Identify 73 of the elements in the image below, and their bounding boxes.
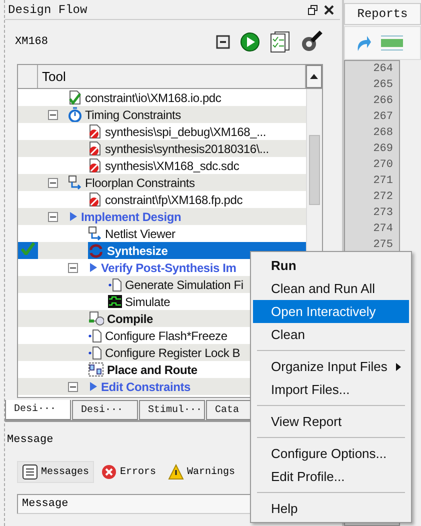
panel-tab[interactable]: Stimul···: [139, 400, 205, 420]
close-icon: [324, 4, 334, 14]
project-name: XM168: [15, 36, 50, 48]
scroll-up-button[interactable]: [306, 65, 322, 88]
tree-item[interactable]: Compile: [107, 312, 153, 326]
collapse-toggle[interactable]: [48, 212, 58, 222]
message-tab[interactable]: Errors: [96, 461, 162, 483]
line-number: 265: [372, 78, 394, 93]
settings-icon: [300, 30, 324, 54]
cycle-icon: [88, 243, 104, 258]
tree-item[interactable]: constraint\fp\XM168.fp.pdc: [105, 192, 243, 206]
line-number: 270: [372, 158, 394, 173]
message-tab[interactable]: Warnings: [163, 461, 240, 483]
tree-item[interactable]: Netlist Viewer: [105, 226, 176, 240]
collapse-toggle[interactable]: [48, 110, 58, 120]
menu-item[interactable]: Edit Profile...: [253, 465, 409, 488]
line-number: 267: [372, 110, 394, 125]
lines-icon: [381, 34, 403, 52]
tree-item[interactable]: constraint\io\XM168.io.pdc: [85, 90, 222, 104]
redo-arrow-icon: [355, 34, 371, 52]
minus-icon: [70, 264, 76, 270]
message-tab[interactable]: Messages: [17, 461, 94, 483]
up-arrow-icon: [310, 74, 318, 79]
error-icon: [101, 464, 118, 480]
line-number: 268: [372, 126, 394, 141]
triangle-icon: [68, 209, 78, 224]
triangle-icon: [88, 379, 98, 394]
menu-item[interactable]: Run: [253, 254, 409, 277]
play-icon: [240, 32, 260, 52]
menu-item[interactable]: Open Interactively: [253, 300, 409, 323]
menu-item[interactable]: Help: [253, 497, 409, 520]
tree-item[interactable]: Simulate: [125, 294, 170, 308]
collapse-toggle[interactable]: [68, 262, 78, 272]
reports-tab[interactable]: Reports: [344, 3, 421, 25]
minus-icon: [50, 214, 56, 220]
line-number: 264: [372, 62, 394, 77]
line-number: 271: [372, 174, 394, 189]
minus-icon: [70, 384, 76, 390]
line-number: 272: [372, 190, 394, 205]
collapse-toggle[interactable]: [48, 178, 58, 188]
submenu-arrow-icon: [396, 362, 401, 370]
minus-icon: [50, 112, 56, 118]
checklist-icon: [270, 31, 290, 53]
panel-tab[interactable]: Desi···: [5, 400, 71, 420]
line-number: 266: [372, 94, 394, 109]
line-number: 274: [372, 222, 394, 237]
collapse-icon: [216, 35, 230, 49]
list-icon: [22, 464, 38, 480]
tree-item[interactable]: Verify Post-Synthesis Im: [101, 260, 236, 274]
tree-item[interactable]: Configure Flash*Freeze: [105, 328, 228, 342]
triangle-icon: [88, 260, 98, 275]
menu-item[interactable]: Organize Input Files: [253, 355, 409, 378]
tree-item[interactable]: synthesis\XM168_sdc.sdc: [105, 158, 240, 172]
place-route-icon: [88, 362, 104, 377]
warning-icon: [168, 464, 184, 480]
menu-item[interactable]: Clean and Run All: [253, 277, 409, 300]
restore-icon: [308, 4, 318, 14]
tree-item[interactable]: synthesis\spi_debug\XM168_...: [105, 124, 266, 138]
panel-title: Design Flow: [8, 2, 88, 16]
tree-item[interactable]: Place and Route: [107, 362, 198, 376]
line-number: 273: [372, 206, 394, 221]
line-number: 275: [372, 238, 394, 253]
check-icon: [21, 242, 35, 254]
waveform-icon: [108, 294, 122, 309]
panel-title: Message: [7, 434, 54, 446]
line-number: 269: [372, 142, 394, 157]
collapse-toggle[interactable]: [68, 382, 78, 392]
panel-tab[interactable]: Desi···: [72, 400, 138, 420]
menu-item[interactable]: Clean: [253, 323, 409, 346]
column-header[interactable]: Message: [22, 498, 68, 510]
menu-item[interactable]: Import Files...: [253, 378, 409, 401]
minus-icon: [50, 180, 56, 186]
menu-item[interactable]: Configure Options...: [253, 442, 409, 465]
